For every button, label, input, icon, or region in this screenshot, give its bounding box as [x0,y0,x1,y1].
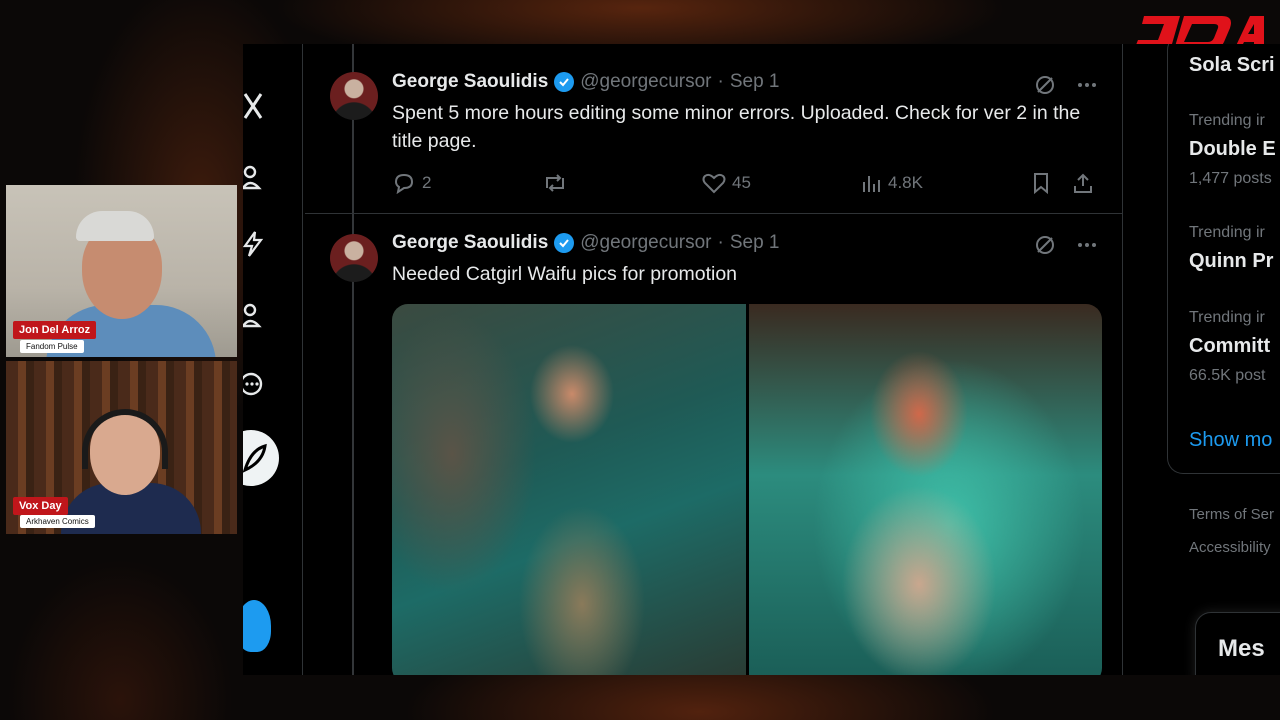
webcam-guest: Vox Day Arkhaven Comics [6,361,237,534]
more-icon[interactable] [1076,74,1098,96]
views-button[interactable]: 4.8K [860,172,1030,194]
reply-button[interactable]: 2 [392,172,542,194]
webcam-host: Jon Del Arroz Fandom Pulse [6,185,237,357]
author-avatar[interactable] [330,72,378,120]
reply-count: 2 [422,173,432,192]
tweet-header: George Saoulidis @georgecursor · Sep 1 [392,71,780,93]
lower-third-name: Vox Day [13,497,68,515]
share-icon[interactable] [1072,172,1094,194]
footer-link-terms[interactable]: Terms of Ser [1189,506,1274,523]
trend-topic[interactable]: Quinn Pr [1189,250,1273,273]
author-handle[interactable]: @georgecursor [580,232,711,254]
repost-icon [546,174,564,192]
verified-badge-icon [554,72,575,92]
media-image[interactable] [748,304,1102,675]
x-logo-icon[interactable] [243,92,265,120]
post-feather-icon [243,443,267,473]
show-more-link[interactable]: Show mo [1189,429,1272,452]
grok-icon[interactable] [1034,74,1056,96]
separator: · [717,232,724,253]
trend-label: Trending ir [1189,112,1265,129]
author-name[interactable]: George Saoulidis [392,71,548,93]
reply-icon [394,173,414,194]
lower-third-name: Jon Del Arroz [13,321,97,339]
author-avatar[interactable] [330,234,378,282]
messages-label: Mes [1218,635,1265,662]
view-count: 4.8K [888,173,923,192]
tweet-top-actions [1034,74,1098,96]
like-count: 45 [732,173,751,192]
author-name[interactable]: George Saoulidis [392,232,548,254]
footer-link-accessibility[interactable]: Accessibility [1189,539,1271,556]
media-image[interactable] [392,304,746,675]
account-avatar[interactable] [243,600,271,652]
more-icon[interactable] [1076,234,1098,256]
messages-drawer[interactable]: Mes [1195,612,1280,675]
verified-badge-icon [554,233,575,253]
bookmark-icon[interactable] [1030,172,1052,194]
post-button[interactable] [243,430,279,486]
tweet-date[interactable]: Sep 1 [730,71,780,93]
trend-label: Trending ir [1189,224,1265,241]
author-handle[interactable]: @georgecursor [580,71,711,93]
trend-topic[interactable]: Committ [1189,335,1270,358]
lower-third-subtitle: Arkhaven Comics [20,515,95,528]
like-button[interactable]: 45 [702,172,860,194]
tweet-media-grid [392,304,1102,675]
engagement-bar: 2 45 4.8K [392,172,1104,194]
views-icon [863,176,880,192]
like-icon [702,173,726,194]
separator: · [717,71,724,92]
trend-topic[interactable]: Double E [1189,138,1276,161]
headset [82,409,168,469]
right-sidebar: Sola Scri Trending ir Double E 1,477 pos… [1123,44,1280,675]
trend-count: 1,477 posts [1189,170,1272,187]
twitter-window: George Saoulidis @georgecursor · Sep 1 S… [243,44,1280,675]
tweet-text: Spent 5 more hours editing some minor er… [392,102,1081,152]
profile-icon[interactable] [243,164,265,192]
tweet-top-actions [1034,234,1098,256]
communities-icon[interactable] [243,302,265,330]
tweet-date[interactable]: Sep 1 [730,232,780,254]
left-nav [243,44,303,675]
trend-count: 66.5K post [1189,367,1266,384]
more-options-icon[interactable] [243,370,265,398]
repost-button[interactable] [542,172,702,194]
grok-icon[interactable] [1034,234,1056,256]
timeline: George Saoulidis @georgecursor · Sep 1 S… [305,44,1123,675]
trend-label: Trending ir [1189,309,1265,326]
lower-third-subtitle: Fandom Pulse [20,340,84,353]
cap [76,211,154,241]
tweet-text: Needed Catgirl Waifu pics for promotion [392,263,738,285]
tweet-header: George Saoulidis @georgecursor · Sep 1 [392,232,780,254]
premium-bolt-icon[interactable] [243,230,265,258]
